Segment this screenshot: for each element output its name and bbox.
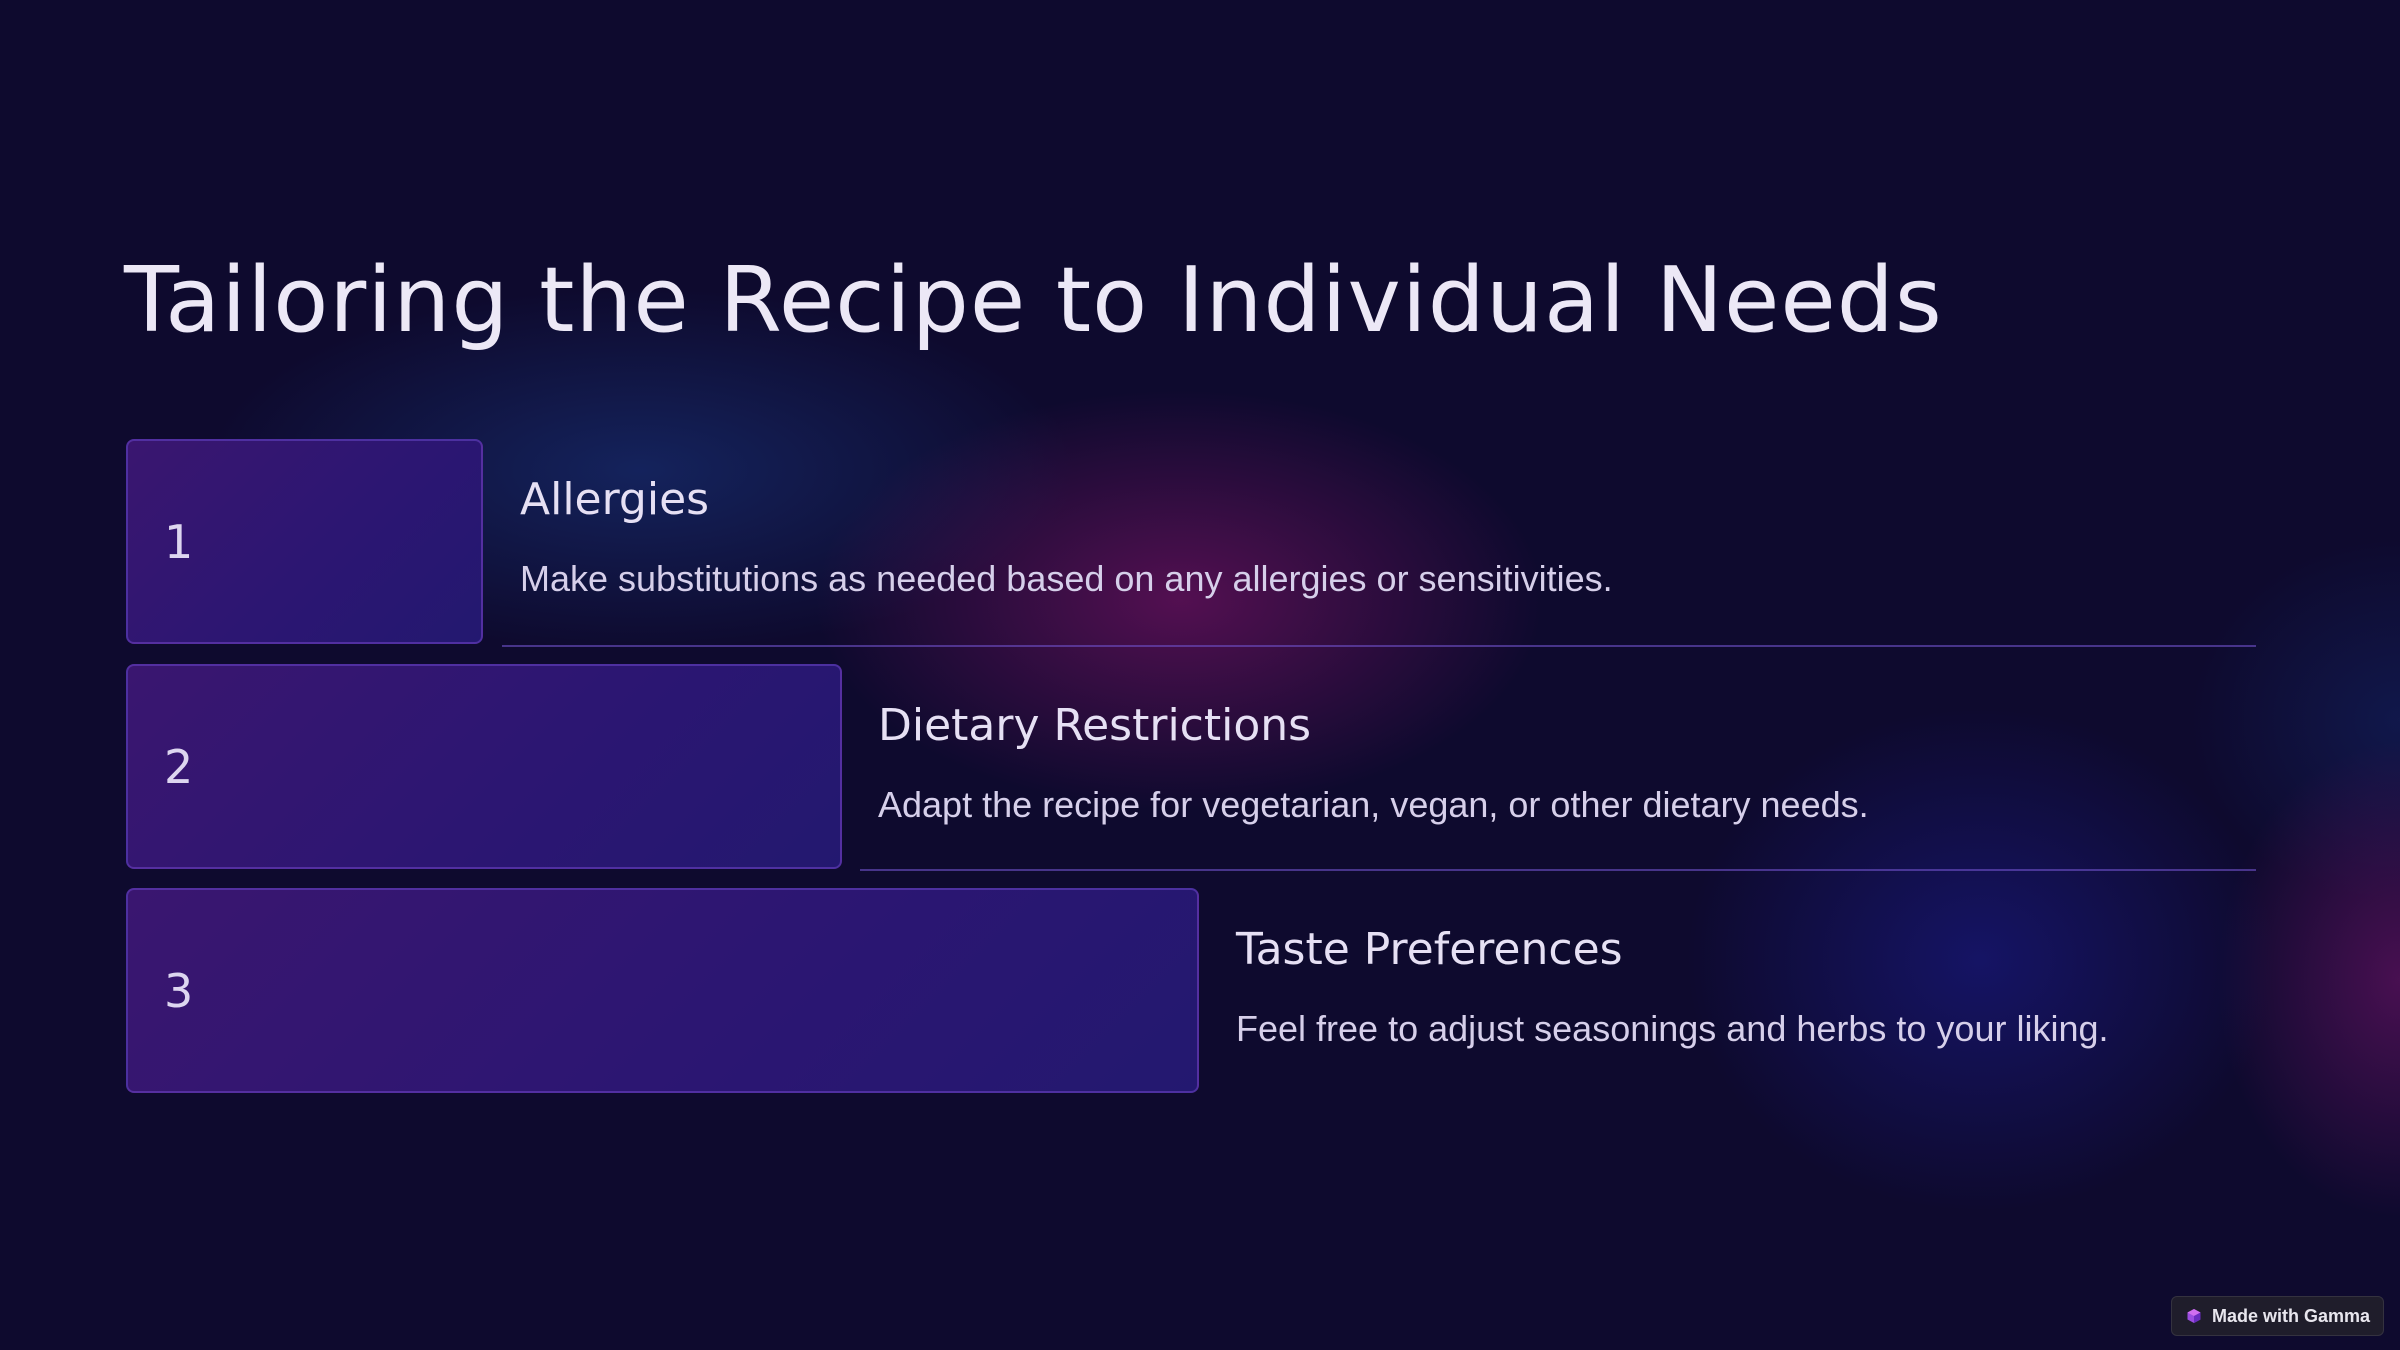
gamma-logo-icon — [2186, 1308, 2202, 1324]
step-number-box-2: 2 — [126, 664, 842, 869]
step-title-allergies: Allergies — [520, 474, 710, 525]
step-number: 1 — [164, 514, 194, 569]
step-number: 3 — [164, 963, 194, 1018]
step-description-dietary-restrictions: Adapt the recipe for vegetarian, vegan, … — [878, 784, 1869, 825]
step-title-taste-preferences: Taste Preferences — [1236, 924, 1623, 975]
slide-title: Tailoring the Recipe to Individual Needs — [124, 248, 1943, 353]
step-divider — [502, 645, 2256, 647]
step-divider — [860, 869, 2256, 871]
made-with-gamma-badge[interactable]: Made with Gamma — [2171, 1296, 2384, 1336]
step-number-box-1: 1 — [126, 439, 483, 644]
step-description-taste-preferences: Feel free to adjust seasonings and herbs… — [1236, 1008, 2109, 1049]
step-number-box-3: 3 — [126, 888, 1199, 1093]
step-title-dietary-restrictions: Dietary Restrictions — [878, 700, 1312, 751]
badge-label: Made with Gamma — [2212, 1305, 2371, 1326]
step-number: 2 — [164, 739, 194, 794]
step-description-allergies: Make substitutions as needed based on an… — [520, 558, 1613, 599]
